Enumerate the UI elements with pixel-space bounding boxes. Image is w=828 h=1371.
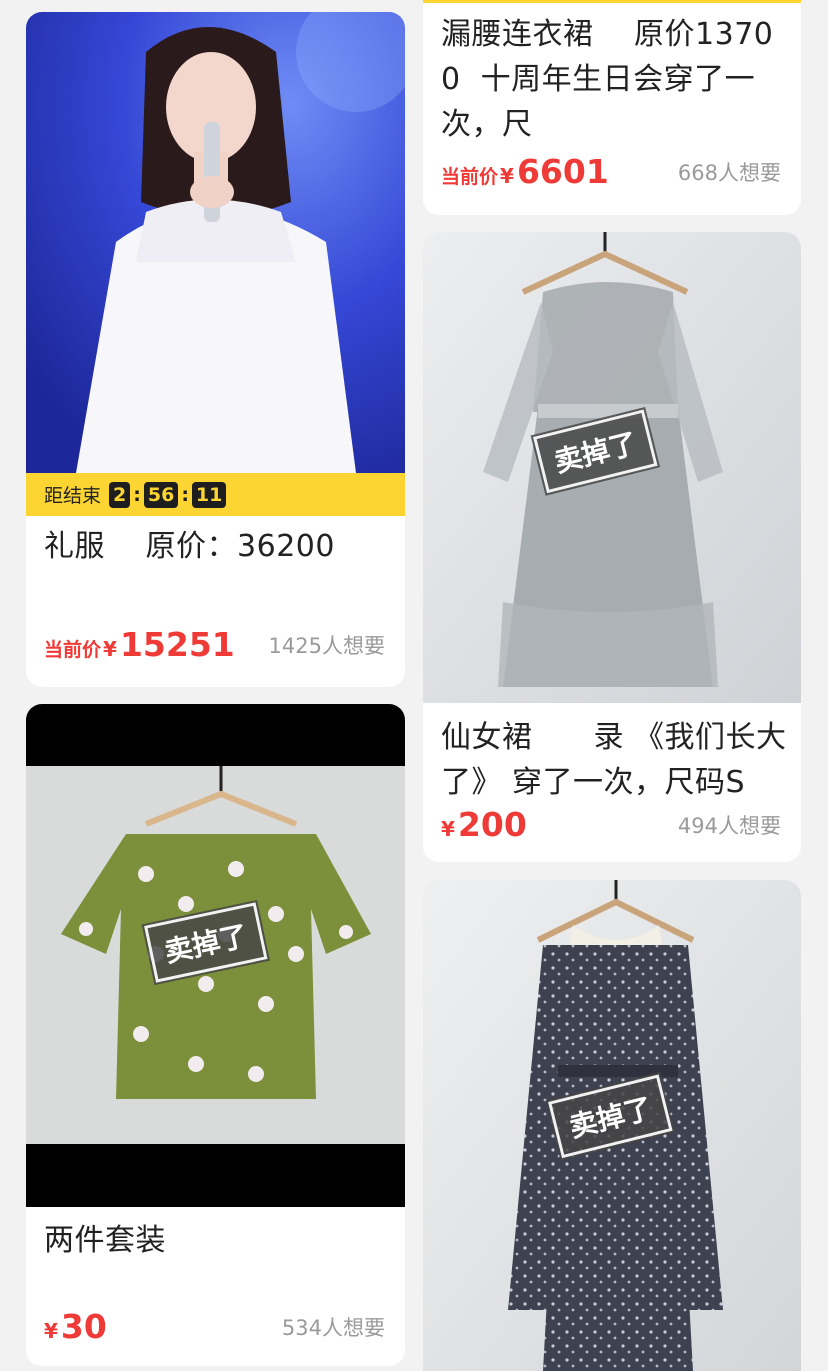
price-row: 当前价 ¥ 15251 1425人想要 <box>44 624 385 664</box>
countdown-hours: 2 <box>109 481 131 508</box>
currency-symbol: ¥ <box>44 1319 58 1343</box>
wants-count: 534人想要 <box>281 1316 385 1340</box>
wants-count: 494人想要 <box>677 814 781 838</box>
price-amount: 200 <box>457 805 527 844</box>
countdown-separator: : <box>181 483 189 506</box>
price-amount: 30 <box>60 1307 107 1346</box>
countdown-label: 距结束 <box>44 485 102 507</box>
currency-symbol: ¥ <box>441 817 455 841</box>
countdown-minutes: 56 <box>143 481 179 508</box>
currency-symbol: ¥ <box>103 637 117 661</box>
price-amount: 6601 <box>516 152 609 191</box>
price-amount: 15251 <box>119 625 235 664</box>
current-price: ¥ 200 <box>441 805 527 844</box>
current-price: 当前价 ¥ 6601 <box>441 152 609 191</box>
product-title: 礼服 原价：36200 <box>44 529 335 564</box>
current-price: ¥ 30 <box>44 1307 107 1346</box>
current-price: 当前价 ¥ 15251 <box>44 625 235 664</box>
currency-symbol: ¥ <box>500 164 514 188</box>
wants-count: 668人想要 <box>677 161 781 185</box>
product-title: 漏腰连衣裙 原价13700 十周年生日会穿了一次，尺 <box>441 17 774 142</box>
price-row: ¥ 30 534人想要 <box>44 1306 385 1346</box>
product-card-floral-dress[interactable]: 卖掉了 <box>423 880 801 1371</box>
product-card-fairy-dress[interactable]: 卖掉了 仙女裙 录 《我们长大了》 穿了一次，尺码S ¥ 200 494人想要 <box>423 232 801 862</box>
product-card-dress[interactable]: 漏腰连衣裙 原价13700 十周年生日会穿了一次，尺 当前价 ¥ 6601 66… <box>423 0 801 215</box>
product-photo <box>26 12 405 473</box>
wants-count: 1425人想要 <box>268 634 385 658</box>
product-title: 两件套装 <box>44 1223 166 1258</box>
product-title: 仙女裙 录 《我们长大了》 穿了一次，尺码S <box>441 720 787 800</box>
countdown-separator: : <box>133 483 141 506</box>
product-card-two-piece[interactable]: 卖掉了 两件套装 ¥ 30 534人想要 <box>26 704 405 1366</box>
price-row: 当前价 ¥ 6601 668人想要 <box>441 151 781 191</box>
price-label: 当前价 <box>44 639 102 661</box>
countdown-seconds: 11 <box>191 481 227 508</box>
auction-countdown: 距结束 2 : 56 : 11 <box>26 473 405 516</box>
countdown-bar-edge <box>423 0 801 3</box>
price-label: 当前价 <box>441 166 499 188</box>
product-feed: 距结束 2 : 56 : 11 礼服 原价：36200 当前价 ¥ 15251 … <box>0 0 828 1371</box>
price-row: ¥ 200 494人想要 <box>441 804 781 844</box>
product-card-gown[interactable]: 距结束 2 : 56 : 11 礼服 原价：36200 当前价 ¥ 15251 … <box>26 12 405 687</box>
